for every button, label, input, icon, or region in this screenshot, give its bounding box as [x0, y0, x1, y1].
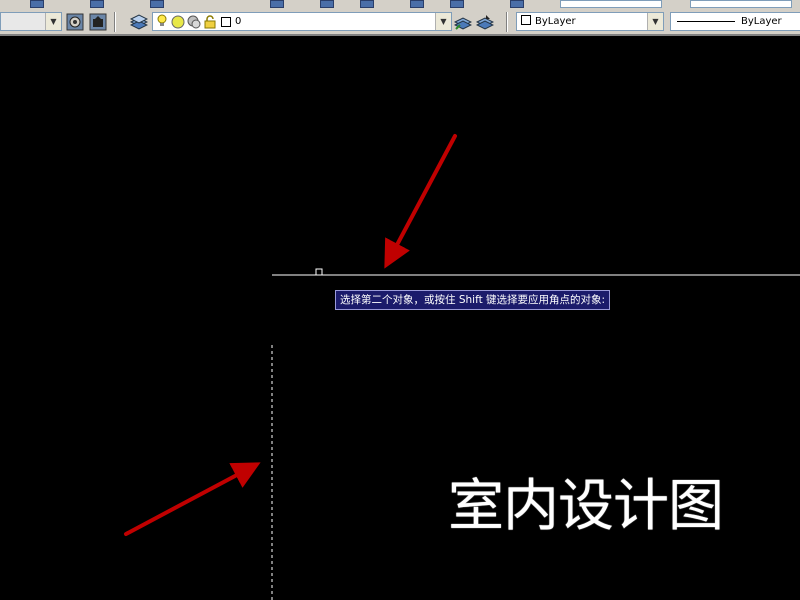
properties-toolbar: ▼ 0 ▼ ByLayer ▼ ByLayer — [0, 8, 800, 36]
layer-color-swatch-icon — [221, 17, 231, 27]
toolbar-icon[interactable] — [320, 0, 334, 8]
light-bulb-icon[interactable] — [156, 14, 168, 30]
chevron-down-icon[interactable]: ▼ — [647, 13, 663, 30]
toolbar-combo-partial[interactable] — [690, 0, 792, 8]
linetype-combo[interactable]: ByLayer — [670, 12, 800, 31]
toolbar-icon[interactable] — [410, 0, 424, 8]
chevron-down-icon[interactable]: ▼ — [435, 13, 451, 30]
command-prompt-tooltip: 选择第二个对象，或按住 Shift 键选择要应用角点的对象: — [335, 290, 611, 310]
layer-manager-icon[interactable] — [129, 13, 149, 31]
sun-icon[interactable] — [171, 15, 185, 30]
color-combo[interactable]: ByLayer ▼ — [516, 12, 664, 31]
color-value: ByLayer — [535, 16, 576, 27]
layer-combo[interactable]: 0 ▼ — [152, 12, 452, 31]
red-arrow-top — [384, 134, 457, 269]
pickbox-cursor — [315, 268, 323, 276]
workspace-combo[interactable]: ▼ — [0, 12, 62, 31]
freeze-icon[interactable] — [187, 15, 201, 30]
toolbar-icon[interactable] — [150, 0, 164, 8]
toolbar-icon[interactable] — [510, 0, 524, 8]
layer-name: 0 — [235, 16, 242, 27]
chevron-down-icon[interactable]: ▼ — [45, 13, 61, 30]
toolbar-icon[interactable] — [360, 0, 374, 8]
toolbar-combo-partial[interactable] — [560, 0, 662, 8]
drawing-canvas[interactable]: 选择第二个对象，或按住 Shift 键选择要应用角点的对象: 室内设计图 — [0, 36, 800, 600]
toolbar-icon[interactable] — [90, 0, 104, 8]
camera-icon[interactable] — [89, 13, 107, 31]
red-arrow-left — [124, 462, 261, 536]
big-title-text: 室内设计图 — [448, 474, 724, 539]
make-current-layer-icon[interactable] — [453, 13, 473, 31]
gear-icon[interactable] — [66, 13, 84, 31]
color-swatch-icon — [521, 15, 531, 25]
linetype-preview — [677, 21, 735, 22]
toolbar-separator — [114, 12, 116, 32]
toolbar-icon[interactable] — [270, 0, 284, 8]
linetype-value: ByLayer — [741, 16, 782, 27]
toolbar-icon[interactable] — [30, 0, 44, 8]
layer-previous-icon[interactable] — [475, 13, 495, 31]
toolbar-icon[interactable] — [450, 0, 464, 8]
lock-icon[interactable] — [203, 15, 217, 30]
toolbar-separator — [506, 12, 508, 32]
